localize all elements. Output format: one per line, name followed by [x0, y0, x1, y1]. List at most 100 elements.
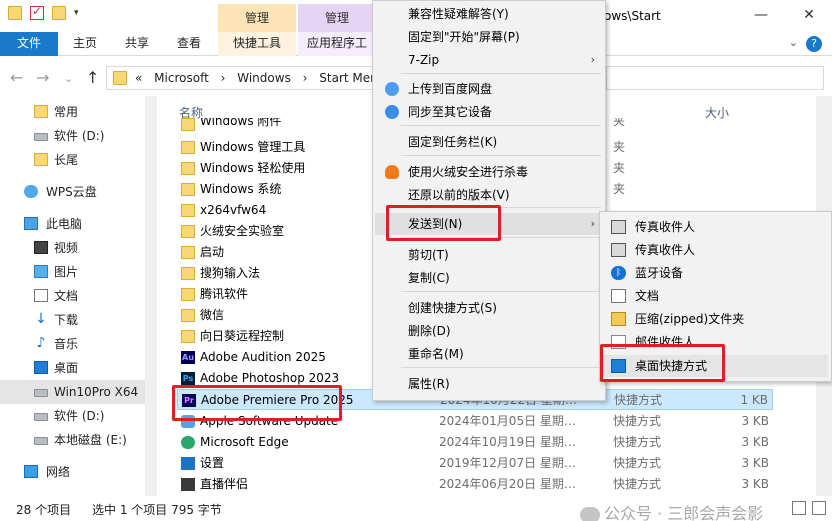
list-item[interactable]: Microsoft Edge 2024年10月19日 星期… 快捷方式 3 KB	[177, 432, 773, 453]
folder-icon	[34, 105, 48, 118]
tab-app-tools[interactable]: 应用程序工	[298, 32, 376, 56]
nav-item-drive-e[interactable]: 本地磁盘 (E:)	[0, 428, 145, 452]
item-type: 快捷方式	[613, 456, 662, 470]
submenu-item-mail-recipient[interactable]: 邮件收件人	[602, 331, 828, 353]
recent-locations-icon[interactable]: ⌄	[64, 72, 73, 85]
sync-icon	[385, 105, 399, 119]
nav-item-downloads[interactable]: ↓ 下载	[0, 308, 145, 332]
submenu-item-fax-recipient[interactable]: 传真收件人	[602, 216, 828, 238]
nav-item-label: 音乐	[54, 337, 79, 351]
large-icons-view-icon[interactable]	[812, 501, 826, 515]
nav-item-longtail[interactable]: 长尾	[0, 148, 145, 172]
item-name: 火绒安全实验室	[200, 224, 285, 238]
list-item[interactable]: Apple Software Update 2024年01月05日 星期… 快捷…	[177, 411, 773, 432]
menu-item-baidu-upload[interactable]: 上传到百度网盘	[375, 78, 603, 100]
menu-item-rename[interactable]: 重命名(M)	[375, 343, 603, 365]
list-item[interactable]: 直播伴侣 2024年06月20日 星期… 快捷方式 3 KB	[177, 474, 773, 495]
zip-folder-icon	[611, 312, 626, 326]
nav-item-drive-d[interactable]: 软件 (D:)	[0, 124, 145, 148]
computer-icon	[24, 217, 38, 230]
address-field[interactable]: « Microsoft › Windows › Start Menu	[106, 66, 385, 90]
new-folder-icon[interactable]	[52, 6, 66, 20]
submenu-item-desktop-shortcut[interactable]: 桌面快捷方式	[602, 355, 828, 377]
menu-item-huorong-scan[interactable]: 使用火绒安全进行杀毒	[375, 161, 603, 183]
item-type: 快捷方式	[613, 477, 662, 491]
details-view-icon[interactable]	[792, 501, 806, 515]
up-button[interactable]: ↑	[86, 68, 99, 87]
nav-item-pictures[interactable]: 图片	[0, 260, 145, 284]
item-name: Apple Software Update	[200, 414, 339, 428]
folder-icon[interactable]	[8, 6, 22, 20]
customize-qat-icon[interactable]: ▾	[74, 8, 79, 18]
breadcrumb-separator[interactable]: ›	[221, 71, 226, 85]
menu-separator	[401, 125, 601, 126]
tab-file[interactable]: 文件	[0, 32, 58, 56]
nav-item-win10pro[interactable]: Win10Pro X64	[0, 380, 145, 404]
menu-item-sync-devices[interactable]: 同步至其它设备	[375, 101, 603, 123]
properties-icon[interactable]	[30, 4, 44, 20]
nav-item-this-pc[interactable]: 此电脑	[0, 212, 145, 236]
tab-shortcut-tools[interactable]: 快捷工具	[218, 32, 296, 56]
navigation-scrollbar[interactable]	[145, 96, 157, 496]
nav-item-quick-access[interactable]: 常用	[0, 100, 145, 124]
submenu-item-fax-recipient[interactable]: 传真收件人	[602, 239, 828, 261]
tab-home[interactable]: 主页	[62, 32, 108, 56]
menu-item-7zip[interactable]: 7-Zip ›	[375, 49, 603, 71]
cloud-icon	[24, 185, 38, 198]
drive-icon	[34, 437, 48, 445]
forward-button[interactable]: →	[36, 68, 49, 87]
minimize-button[interactable]: —	[738, 0, 784, 32]
send-to-submenu: 传真收件人 传真收件人 ᛒ 蓝牙设备 文档 压缩(zipped)文件夹 邮件收件…	[599, 211, 832, 382]
breadcrumb-windows[interactable]: Windows	[237, 71, 291, 85]
nav-item-label: 文档	[54, 289, 79, 303]
tab-share[interactable]: 共享	[114, 32, 160, 56]
close-button[interactable]: ✕	[786, 0, 832, 32]
nav-item-drive-d[interactable]: 软件 (D:)	[0, 404, 145, 428]
menu-item-label: 复制(C)	[408, 271, 450, 285]
item-type: 快捷方式	[614, 393, 663, 407]
menu-item-send-to[interactable]: 发送到(N) ›	[375, 213, 603, 235]
menu-item-copy[interactable]: 复制(C)	[375, 267, 603, 289]
menu-item-create-shortcut[interactable]: 创建快捷方式(S)	[375, 297, 603, 319]
folder-icon	[181, 162, 195, 175]
menu-item-restore-versions[interactable]: 还原以前的版本(V)	[375, 184, 603, 206]
tab-view[interactable]: 查看	[166, 32, 212, 56]
list-item[interactable]: 设置 2019年12月07日 星期… 快捷方式 3 KB	[177, 453, 773, 474]
back-button[interactable]: ←	[10, 68, 23, 87]
folder-icon	[181, 225, 195, 238]
nav-item-wps-cloud[interactable]: WPS云盘	[0, 180, 145, 204]
quick-access-toolbar: ▾	[8, 4, 79, 20]
breadcrumb-overflow[interactable]: «	[135, 71, 142, 85]
submenu-arrow-icon: ›	[590, 217, 595, 230]
search-input[interactable]	[606, 66, 824, 90]
breadcrumb-microsoft[interactable]: Microsoft	[154, 71, 209, 85]
expand-ribbon-icon[interactable]: ⌄	[789, 36, 798, 49]
menu-item-properties[interactable]: 属性(R)	[375, 373, 603, 395]
submenu-item-documents[interactable]: 文档	[602, 285, 828, 307]
submenu-item-zip-folder[interactable]: 压缩(zipped)文件夹	[602, 308, 828, 330]
help-icon[interactable]: ?	[806, 36, 822, 52]
navigation-pane: 常用 软件 (D:) 长尾 WPS云盘 此电脑 视频 图片 文档 ↓ 下载 ♪ …	[0, 96, 157, 496]
submenu-item-label: 文档	[635, 289, 660, 303]
menu-item-compat-troubleshoot[interactable]: 兼容性疑难解答(Y)	[375, 3, 603, 25]
context-tab-manage-shortcut: 管理	[218, 4, 296, 32]
item-count: 28 个项目	[16, 503, 72, 517]
window-title: ows\Start	[604, 9, 661, 23]
menu-item-delete[interactable]: 删除(D)	[375, 320, 603, 342]
menu-item-pin-taskbar[interactable]: 固定到任务栏(K)	[375, 131, 603, 153]
huorong-icon	[385, 165, 399, 179]
item-type: 快捷方式	[613, 414, 662, 428]
menu-item-cut[interactable]: 剪切(T)	[375, 244, 603, 266]
submenu-item-bluetooth[interactable]: ᛒ 蓝牙设备	[602, 262, 828, 284]
nav-item-label: Win10Pro X64	[54, 385, 139, 399]
nav-item-documents[interactable]: 文档	[0, 284, 145, 308]
nav-item-desktop[interactable]: 桌面	[0, 356, 145, 380]
nav-item-videos[interactable]: 视频	[0, 236, 145, 260]
nav-item-network[interactable]: 网络	[0, 460, 145, 484]
menu-item-pin-start[interactable]: 固定到"开始"屏幕(P)	[375, 26, 603, 48]
menu-item-label: 剪切(T)	[408, 248, 449, 262]
nav-item-label: 下载	[54, 313, 79, 327]
nav-item-music[interactable]: ♪ 音乐	[0, 332, 145, 356]
item-name: Windows 系统	[200, 182, 282, 196]
breadcrumb-separator[interactable]: ›	[303, 71, 308, 85]
